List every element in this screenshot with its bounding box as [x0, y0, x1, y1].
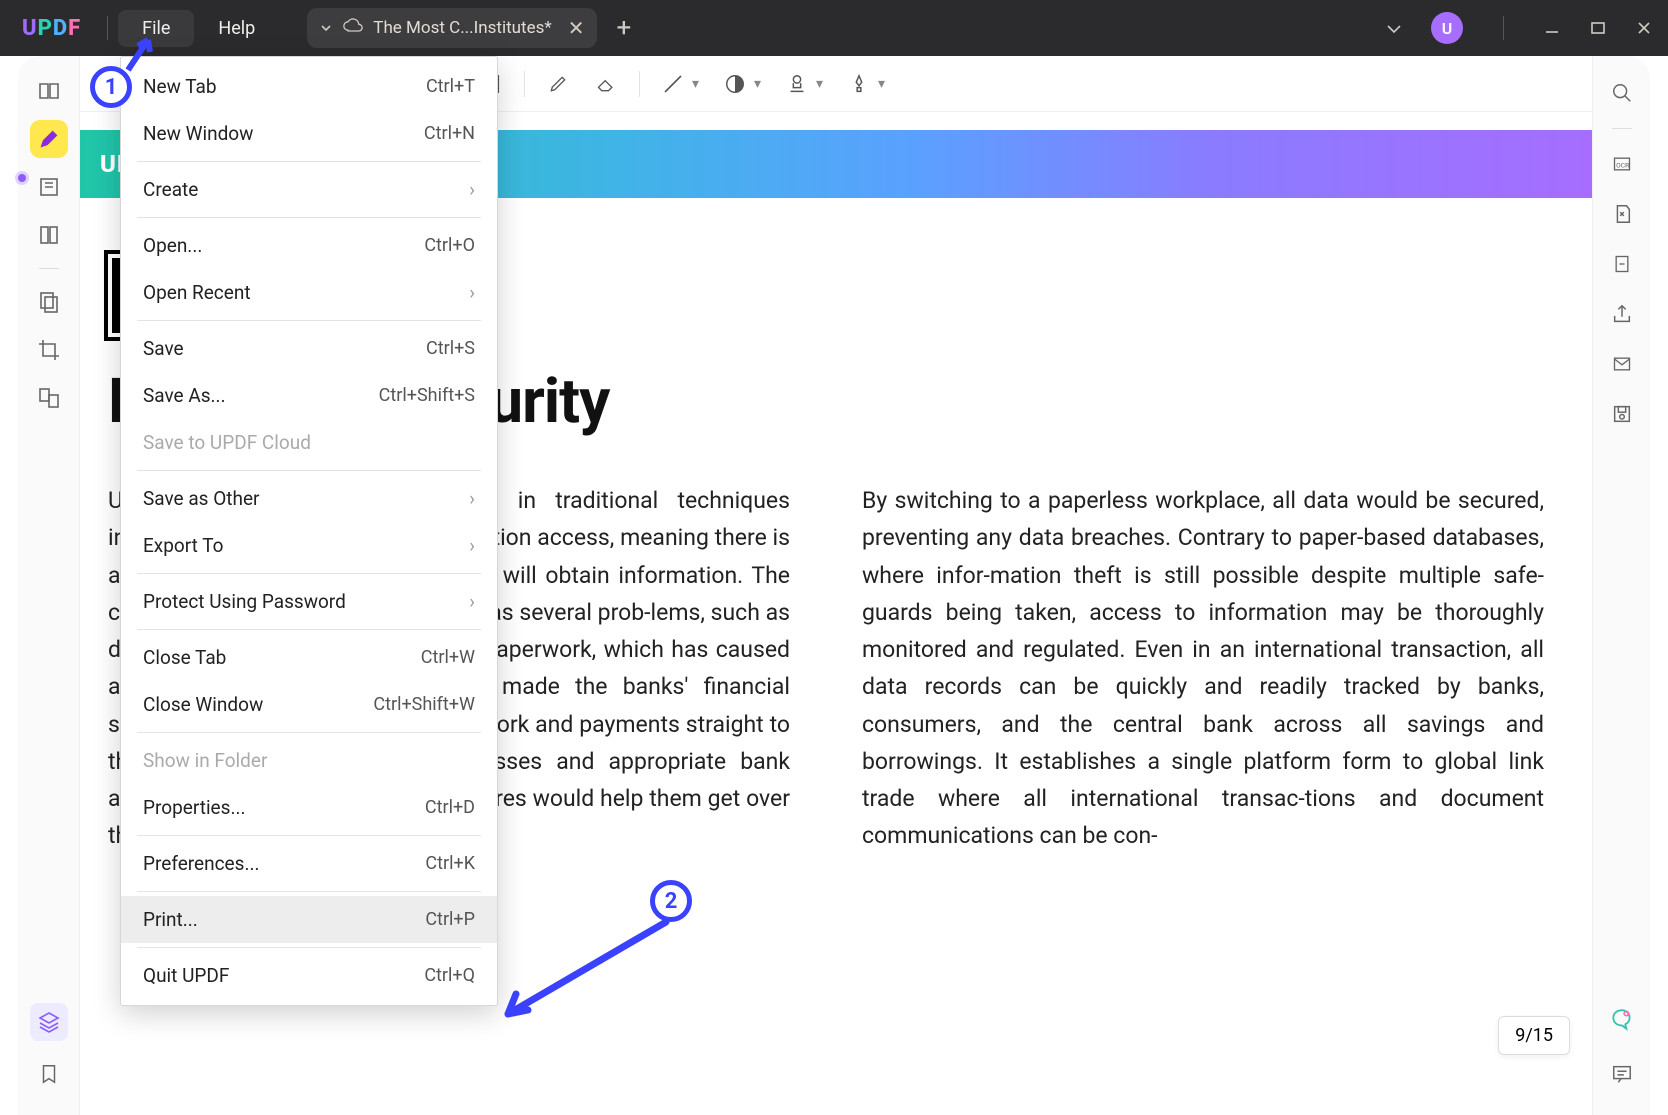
signature-icon[interactable]: [836, 64, 882, 104]
new-tab-button[interactable]: +: [617, 13, 632, 43]
ai-assistant-icon[interactable]: [1603, 1001, 1641, 1039]
email-icon[interactable]: [1603, 345, 1641, 383]
indicator-dot: [18, 174, 26, 182]
menu-separator: [137, 470, 481, 471]
menu-help[interactable]: Help: [194, 10, 279, 47]
sidebar-separator: [1612, 128, 1632, 129]
menu-new-tab[interactable]: New TabCtrl+T: [121, 63, 497, 110]
user-avatar[interactable]: U: [1431, 12, 1463, 44]
menu-quit[interactable]: Quit UPDFCtrl+Q: [121, 952, 497, 999]
app-logo: UPDF: [22, 16, 81, 41]
menu-separator: [137, 891, 481, 892]
tab-title: The Most C...Institutes*: [373, 18, 551, 38]
ocr-icon[interactable]: OCR: [1603, 145, 1641, 183]
menu-separator: [137, 732, 481, 733]
crop-icon[interactable]: [30, 331, 68, 369]
divider: [107, 16, 108, 40]
edit-text-icon[interactable]: [30, 168, 68, 206]
share-icon[interactable]: [1603, 295, 1641, 333]
line-icon[interactable]: [650, 64, 696, 104]
dropdown-icon[interactable]: ▾: [692, 76, 706, 92]
shape-icon[interactable]: [712, 64, 758, 104]
menu-properties[interactable]: Properties...Ctrl+D: [121, 784, 497, 831]
eraser-icon[interactable]: [583, 64, 629, 104]
highlight-tool-icon[interactable]: [30, 120, 68, 158]
compare-icon[interactable]: [30, 379, 68, 417]
reader-mode-icon[interactable]: [30, 72, 68, 110]
menu-protect[interactable]: Protect Using Password›: [121, 578, 497, 625]
menu-separator: [137, 947, 481, 948]
chevron-down-icon[interactable]: [1385, 20, 1401, 36]
compress-icon[interactable]: [1603, 245, 1641, 283]
annotation-step-2: 2: [650, 880, 692, 922]
title-bar: UPDF File Help The Most C...Institutes* …: [0, 0, 1668, 56]
window-controls: U: [1385, 12, 1652, 44]
menu-print[interactable]: Print...Ctrl+P: [121, 896, 497, 943]
menu-save-other[interactable]: Save as Other›: [121, 475, 497, 522]
menu-new-window[interactable]: New WindowCtrl+N: [121, 110, 497, 157]
menu-separator: [137, 217, 481, 218]
separator: [524, 71, 525, 97]
dropdown-icon[interactable]: ▾: [878, 76, 892, 92]
menu-save-cloud: Save to UPDF Cloud: [121, 419, 497, 466]
maximize-icon[interactable]: [1590, 20, 1606, 36]
annotation-arrow-2: [498, 918, 678, 1028]
menu-separator: [137, 835, 481, 836]
comments-panel-icon[interactable]: [1603, 1055, 1641, 1093]
minimize-icon[interactable]: [1544, 20, 1560, 36]
right-sidebar: OCR: [1592, 56, 1650, 1115]
menu-show-folder: Show in Folder: [121, 737, 497, 784]
pencil-icon[interactable]: [535, 64, 581, 104]
separator: [639, 71, 640, 97]
menu-export[interactable]: Export To›: [121, 522, 497, 569]
annotation-step-1: 1: [90, 66, 132, 108]
menu-separator: [137, 320, 481, 321]
page-counter[interactable]: 9/15: [1498, 1016, 1570, 1055]
layers-icon[interactable]: [30, 1003, 68, 1041]
left-sidebar: [18, 56, 80, 1115]
menu-separator: [137, 161, 481, 162]
divider: [1503, 16, 1504, 40]
dropdown-icon[interactable]: ▾: [816, 76, 830, 92]
tab-close-icon[interactable]: ✕: [568, 16, 585, 40]
sidebar-separator: [39, 268, 59, 269]
menu-create[interactable]: Create›: [121, 166, 497, 213]
stamp-icon[interactable]: [774, 64, 820, 104]
menu-close-window[interactable]: Close WindowCtrl+Shift+W: [121, 681, 497, 728]
menu-separator: [137, 629, 481, 630]
menu-save[interactable]: SaveCtrl+S: [121, 325, 497, 372]
bookmark-icon[interactable]: [30, 1055, 68, 1093]
save-icon[interactable]: [1603, 395, 1641, 433]
menu-close-tab[interactable]: Close TabCtrl+W: [121, 634, 497, 681]
close-icon[interactable]: [1636, 20, 1652, 36]
column-right: By switching to a paperless workplace, a…: [862, 482, 1544, 855]
menu-separator: [137, 573, 481, 574]
menu-open-recent[interactable]: Open Recent›: [121, 269, 497, 316]
tab-chevron-icon[interactable]: [319, 21, 333, 35]
document-tab[interactable]: The Most C...Institutes* ✕: [307, 8, 596, 48]
menu-preferences[interactable]: Preferences...Ctrl+K: [121, 840, 497, 887]
organize-icon[interactable]: [30, 283, 68, 321]
dropdown-icon[interactable]: ▾: [754, 76, 768, 92]
search-icon[interactable]: [1603, 74, 1641, 112]
menu-save-as[interactable]: Save As...Ctrl+Shift+S: [121, 372, 497, 419]
convert-icon[interactable]: [1603, 195, 1641, 233]
menu-open[interactable]: Open...Ctrl+O: [121, 222, 497, 269]
cloud-icon: [343, 18, 363, 38]
file-menu: New TabCtrl+T New WindowCtrl+N Create› O…: [120, 56, 498, 1006]
pages-icon[interactable]: [30, 216, 68, 254]
svg-text:OCR: OCR: [1616, 161, 1629, 169]
